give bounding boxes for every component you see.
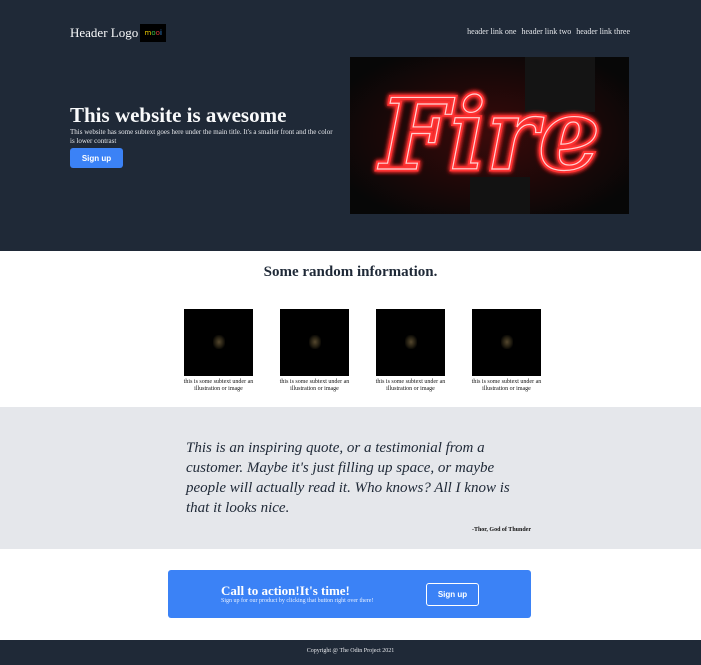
quote-author: -Thor, God of Thunder: [471, 527, 531, 533]
nav-link-one[interactable]: header link one: [467, 27, 516, 36]
quote-text: This is an inspiring quote, or a testimo…: [186, 440, 510, 516]
logo-badge-letter: m: [144, 29, 152, 37]
cta-title: Call to action!It's time!: [221, 583, 350, 598]
call-to-action-box: Call to action!It's time! Sign up for ou…: [168, 570, 531, 618]
hero-image: Fire Fire: [350, 57, 629, 214]
logo-badge-letter: i: [159, 29, 162, 37]
neon-fire-sign-image: Fire Fire: [350, 57, 629, 214]
hero-section: Header Logo mooi header link one header …: [0, 0, 701, 251]
info-card: this is some subtext under an illustrati…: [465, 309, 548, 393]
card-caption: this is some subtext under an illustrati…: [183, 379, 254, 392]
nav-link-three[interactable]: header link three: [576, 27, 630, 36]
info-card: this is some subtext under an illustrati…: [369, 309, 452, 393]
card-image: [472, 309, 541, 376]
header-logo[interactable]: Header Logo mooi: [70, 24, 167, 42]
nav-link-two[interactable]: header link two: [521, 27, 571, 36]
card-caption: this is some subtext under an illustrati…: [375, 379, 446, 392]
hero-title: This website is awesome: [70, 103, 287, 127]
cta-signup-button[interactable]: Sign up: [426, 583, 479, 606]
logo-badge-icon: mooi: [140, 24, 167, 42]
card-caption: this is some subtext under an illustrati…: [471, 379, 542, 392]
info-cards: this is some subtext under an illustrati…: [177, 309, 548, 393]
cta-subtitle: Sign up for our product by clicking that…: [221, 598, 374, 604]
footer: Copyright @ The Odin Project 2021: [0, 640, 701, 665]
hero-subtitle: This website has some subtext goes here …: [70, 128, 333, 145]
card-caption: this is some subtext under an illustrati…: [279, 379, 350, 392]
info-card: this is some subtext under an illustrati…: [177, 309, 260, 393]
hero-signup-button[interactable]: Sign up: [70, 148, 123, 168]
card-image: [280, 309, 349, 376]
logo-text: Header Logo: [70, 25, 139, 40]
header-nav: header link one header link two header l…: [467, 27, 630, 36]
quote-section: This is an inspiring quote, or a testimo…: [0, 407, 701, 549]
neon-word-highlight: Fire: [377, 78, 601, 193]
info-title: Some random information.: [263, 264, 438, 280]
footer-copyright: Copyright @ The Odin Project 2021: [306, 648, 395, 654]
info-card: this is some subtext under an illustrati…: [273, 309, 356, 393]
card-image: [376, 309, 445, 376]
card-image: [184, 309, 253, 376]
